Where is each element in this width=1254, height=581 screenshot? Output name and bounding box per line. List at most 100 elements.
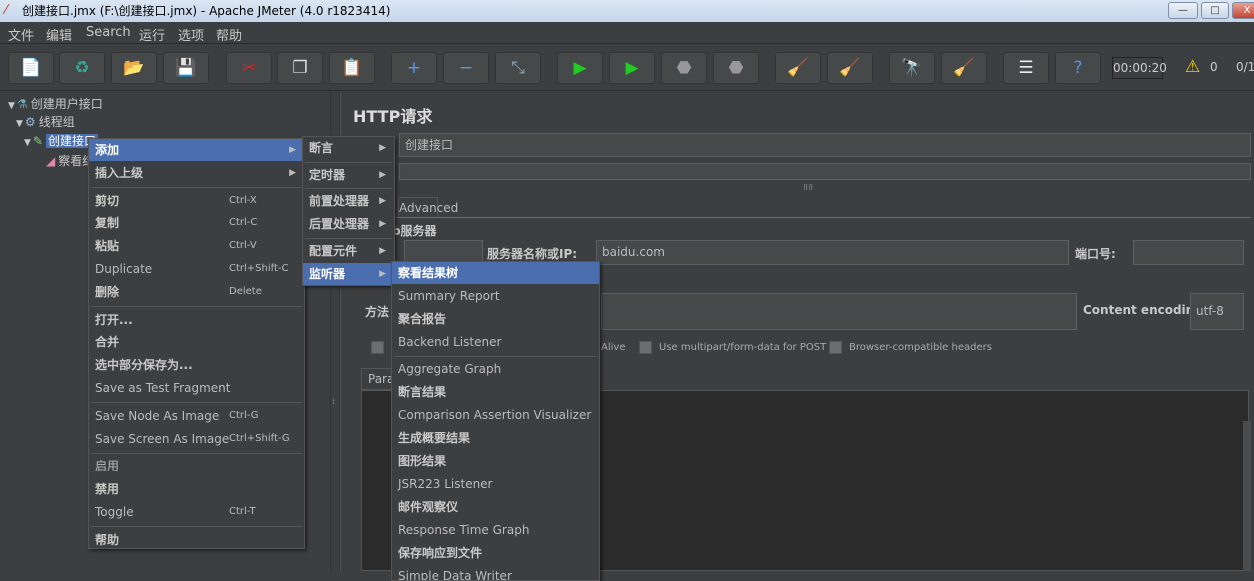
context-menu: 添加 ▶ 插入上级 ▶ 剪切 Ctrl-X 复制 Ctrl-C 粘贴 Ctrl-V Duplicat…: [88, 138, 305, 549]
copy-button[interactable]: ❐: [277, 52, 323, 84]
tab-advanced[interactable]: Advanced: [398, 197, 458, 217]
paste-button[interactable]: 📋: [329, 52, 375, 84]
menu-item-label: 断言结果: [398, 385, 447, 399]
redirect-checkbox[interactable]: [371, 341, 384, 354]
menu-item[interactable]: 监听器 ▶: [303, 262, 394, 285]
stop-button[interactable]: ⬣: [661, 52, 707, 84]
menu-item-label: 监听器: [309, 266, 346, 281]
menu-item[interactable]: 聚合报告: [392, 308, 599, 330]
menu-item[interactable]: 帮助: [89, 529, 304, 551]
splitter-handle[interactable]: ⠿⠿: [803, 184, 813, 192]
menu-item[interactable]: 粘贴 Ctrl-V: [89, 235, 304, 257]
shortcut-label: Ctrl+Shift-G: [229, 432, 290, 444]
open-button[interactable]: 📂: [111, 52, 157, 84]
start-no-pause-button[interactable]: ▶: [609, 52, 655, 84]
clear-button[interactable]: 🧹: [775, 52, 821, 84]
menu-item[interactable]: Summary Report: [392, 285, 599, 307]
menu-item[interactable]: 剪切 Ctrl-X: [89, 190, 304, 212]
menu-item-label: Save Node As Image: [95, 408, 220, 423]
submenu-arrow-icon: ▶: [379, 196, 386, 206]
menu-item[interactable]: Save as Test Fragment: [89, 377, 304, 399]
menu-item[interactable]: 启用: [89, 455, 304, 477]
search-button[interactable]: 🔭: [889, 52, 935, 84]
warning-icon[interactable]: ⚠: [1185, 57, 1200, 77]
browser-headers-checkbox[interactable]: [829, 341, 842, 354]
menu-item[interactable]: 复制 Ctrl-C: [89, 212, 304, 234]
menu-item[interactable]: 断言 ▶: [303, 137, 394, 159]
menu-item[interactable]: Aggregate Graph: [392, 358, 599, 380]
menu-item[interactable]: Toggle Ctrl-T: [89, 501, 304, 523]
menu-item[interactable]: 定时器 ▶: [303, 164, 394, 186]
tree-node[interactable]: ▼ ⚗ 创建用户接口: [8, 95, 103, 112]
menu-item[interactable]: 断言结果: [392, 381, 599, 403]
menu-5[interactable]: 帮助: [216, 25, 242, 44]
collapse-icon: −: [458, 58, 474, 78]
new-button[interactable]: 📄: [8, 52, 54, 84]
reset-search-button[interactable]: 🧹: [941, 52, 987, 84]
menu-2[interactable]: Search: [86, 25, 131, 40]
menu-4[interactable]: 选项: [178, 25, 204, 44]
cut-button[interactable]: ✂: [226, 52, 272, 84]
menu-item[interactable]: 配置元件 ▶: [303, 240, 394, 262]
server-field[interactable]: baidu.com: [596, 240, 1069, 265]
expand-arrow-icon[interactable]: ▼: [8, 101, 15, 111]
menu-item[interactable]: Simple Data Writer: [392, 565, 599, 580]
start-button[interactable]: ▶: [557, 52, 603, 84]
expand-arrow-icon[interactable]: ▼: [24, 138, 31, 148]
menu-1[interactable]: 编辑: [46, 25, 72, 44]
menu-item[interactable]: 生成概要结果: [392, 427, 599, 449]
menu-3[interactable]: 运行: [139, 25, 165, 44]
submenu-arrow-icon: ▶: [289, 167, 296, 178]
clear-all-icon: 🧹: [839, 58, 861, 78]
help-icon: ?: [1073, 58, 1083, 78]
encoding-field[interactable]: utf-8: [1190, 293, 1244, 330]
shutdown-button[interactable]: ⬣: [713, 52, 759, 84]
menu-item[interactable]: 删除 Delete: [89, 281, 304, 303]
help-button[interactable]: ?: [1055, 52, 1101, 84]
tree-node[interactable]: ▼ ⚙ 线程组: [16, 113, 75, 130]
maximize-button[interactable]: □: [1201, 2, 1229, 19]
menu-item[interactable]: 禁用: [89, 478, 304, 500]
menu-item[interactable]: Backend Listener: [392, 331, 599, 353]
scrollbar[interactable]: [1243, 421, 1251, 571]
path-field[interactable]: [601, 293, 1077, 330]
menu-separator: [91, 526, 302, 528]
menu-item[interactable]: 邮件观察仪: [392, 496, 599, 518]
menu-item[interactable]: 后置处理器 ▶: [303, 213, 394, 235]
close-button[interactable]: X: [1232, 2, 1254, 19]
menu-item[interactable]: Response Time Graph: [392, 519, 599, 541]
menu-item-label: Aggregate Graph: [398, 362, 502, 376]
menu-item[interactable]: JSR223 Listener: [392, 473, 599, 495]
clear-all-button[interactable]: 🧹: [827, 52, 873, 84]
menu-item-label: Response Time Graph: [398, 523, 530, 537]
menu-item[interactable]: Save Screen As Image Ctrl+Shift-G: [89, 428, 304, 450]
title-bar: ⁄ 创建接口.jmx (F:\创建接口.jmx) - Apache JMeter…: [0, 0, 1254, 22]
expand-button[interactable]: +: [391, 52, 437, 84]
menu-item-label: 打开...: [95, 312, 133, 327]
menu-item[interactable]: 添加 ▶: [89, 139, 304, 161]
menu-item[interactable]: 插入上级 ▶: [89, 162, 304, 184]
function-helper-button[interactable]: ☰: [1003, 52, 1049, 84]
menu-item[interactable]: 保存响应到文件: [392, 542, 599, 564]
menu-item[interactable]: 打开...: [89, 309, 304, 331]
menu-item[interactable]: 合并: [89, 331, 304, 353]
menu-item[interactable]: Duplicate Ctrl+Shift-C: [89, 258, 304, 280]
menu-0[interactable]: 文件: [8, 25, 34, 44]
collapse-button[interactable]: −: [443, 52, 489, 84]
save-button[interactable]: 💾: [163, 52, 209, 84]
minimize-button[interactable]: —: [1168, 2, 1198, 19]
menu-item[interactable]: Save Node As Image Ctrl-G: [89, 405, 304, 427]
comments-field[interactable]: [399, 163, 1251, 180]
menu-item[interactable]: 前置处理器 ▶: [303, 190, 394, 212]
toggle-button[interactable]: ⤡: [495, 52, 541, 84]
name-field[interactable]: 创建接口: [399, 133, 1251, 157]
tree-node[interactable]: ▼ ✎ 创建接口: [24, 132, 98, 149]
menu-item[interactable]: 察看结果树: [392, 262, 599, 284]
expand-arrow-icon[interactable]: ▼: [16, 119, 23, 129]
templates-button[interactable]: ♻: [59, 52, 105, 84]
multipart-checkbox[interactable]: [639, 341, 652, 354]
menu-item[interactable]: Comparison Assertion Visualizer: [392, 404, 599, 426]
menu-item[interactable]: 选中部分保存为...: [89, 354, 304, 376]
menu-item[interactable]: 图形结果: [392, 450, 599, 472]
port-field[interactable]: [1133, 240, 1244, 265]
